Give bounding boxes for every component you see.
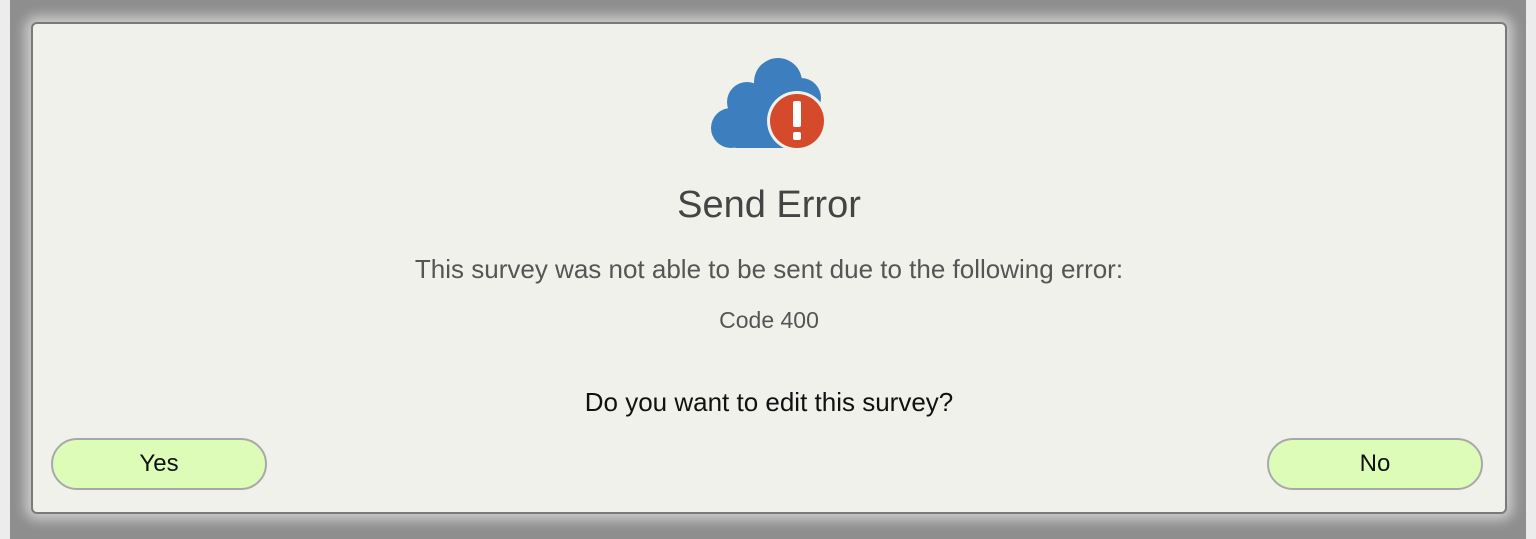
window-edge-left: [0, 0, 10, 539]
cloud-error-icon: [711, 54, 829, 154]
error-code: Code 400: [719, 307, 819, 333]
error-message: This survey was not able to be sent due …: [414, 254, 1124, 284]
send-error-dialog: Send Error This survey was not able to b…: [31, 22, 1507, 514]
dialog-title: Send Error: [677, 184, 861, 226]
no-button[interactable]: No: [1267, 438, 1483, 490]
yes-button[interactable]: Yes: [51, 438, 267, 490]
edit-prompt: Do you want to edit this survey?: [584, 387, 954, 417]
window-edge-right: [1526, 0, 1536, 539]
